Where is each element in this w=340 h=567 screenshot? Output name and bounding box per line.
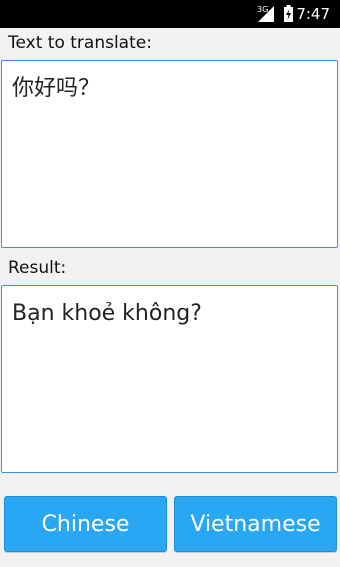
result-text-area[interactable]: Bạn khoẻ không? — [1, 285, 338, 473]
target-language-button[interactable]: Vietnamese — [174, 496, 337, 552]
clock: 7:47 — [296, 5, 330, 23]
source-text: 你好吗？ — [12, 76, 101, 101]
source-label: Text to translate: — [8, 33, 152, 53]
result-label: Result: — [8, 258, 67, 278]
source-language-button[interactable]: Chinese — [4, 496, 167, 552]
signal-icon — [258, 6, 274, 22]
result-text: Bạn khoẻ không? — [12, 301, 202, 326]
battery-charging-icon — [284, 5, 293, 22]
source-text-area[interactable]: 你好吗？ — [1, 60, 338, 248]
status-bar: 3G 7:47 — [0, 0, 340, 28]
